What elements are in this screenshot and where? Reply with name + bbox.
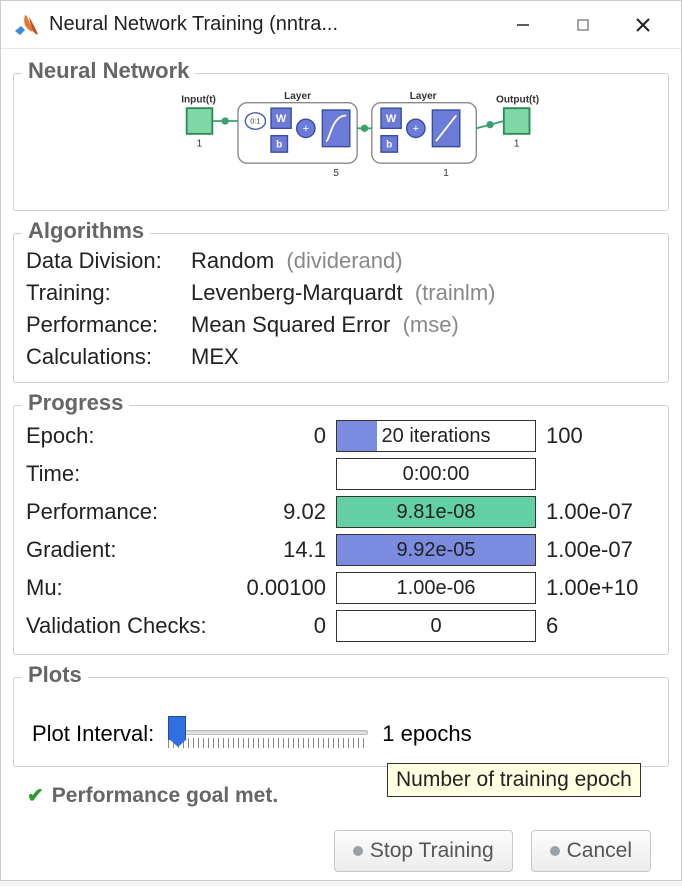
output-block [504,108,530,134]
progress-panel: Progress Epoch:020 iterations100Time:0:0… [13,405,669,655]
progress-row-start: 14.1 [226,537,336,563]
progress-row-label: Epoch: [26,423,226,449]
algorithms-panel: Algorithms Data Division: Random (divide… [13,233,669,383]
network-architecture-diagram: Input(t) 1 Layer 0:1 W b + [84,88,597,198]
window-title: Neural Network Training (nntra... [49,13,338,36]
svg-text:W: W [276,113,287,125]
algorithms-panel-title: Algorithms [22,218,150,244]
progress-bar: 9.92e-05 [336,534,536,566]
matlab-icon [13,12,39,38]
neural-network-panel-title: Neural Network [22,58,195,84]
progress-bar: 9.81e-08 [336,496,536,528]
progress-row-end: 1.00e+10 [536,575,656,601]
progress-bar-label: 9.81e-08 [397,501,476,524]
progress-panel-title: Progress [22,390,129,416]
progress-bar: 20 iterations [336,420,536,452]
progress-bar-label: 20 iterations [382,425,491,448]
layer2-title: Layer [410,91,437,102]
progress-bar-label: 9.92e-05 [397,539,476,562]
checkmark-icon: ✔ [27,783,44,808]
progress-bar: 0:00:00 [336,458,536,490]
calculations-label: Calculations: [26,344,191,370]
input-block [187,108,213,134]
svg-text:b: b [276,140,282,151]
progress-row-start: 0 [226,423,336,449]
plot-interval-slider[interactable] [168,716,368,752]
minimize-button[interactable] [493,1,553,49]
output-size: 1 [514,139,520,150]
tooltip: Number of training epoch [387,763,641,797]
progress-bar-label: 0 [430,615,441,638]
stop-training-label: Stop Training [370,839,494,863]
progress-bar: 0 [336,610,536,642]
svg-text:W: W [386,113,397,125]
progress-row-end: 1.00e-07 [536,499,656,525]
bullet-icon [353,846,363,856]
buttons-row: Stop Training Cancel [13,820,669,886]
progress-row-end: 1.00e-07 [536,537,656,563]
output-label: Output(t) [496,95,539,106]
training-window: Neural Network Training (nntra... Neural… [0,0,682,881]
input-label: Input(t) [182,95,217,106]
progress-row-end: 6 [536,613,656,639]
progress-row-label: Time: [26,461,226,487]
calculations-value: MEX [191,344,656,370]
maximize-button[interactable] [553,1,613,49]
plots-panel: Plots Plot Interval: 1 epochs [13,677,669,767]
performance-label: Performance: [26,312,191,338]
delay-label: 0:1 [251,117,261,126]
layer1-title: Layer [284,91,311,102]
svg-text:+: + [303,123,309,135]
content-area: Neural Network Input(t) 1 Layer 0:1 W b [1,49,681,886]
training-value: Levenberg-Marquardt (trainlm) [191,280,656,306]
data-division-label: Data Division: [26,248,191,274]
progress-row-label: Mu: [26,575,226,601]
training-label: Training: [26,280,191,306]
plots-panel-title: Plots [22,662,88,688]
slider-thumb-icon[interactable] [168,716,186,740]
progress-bar: 1.00e-06 [336,572,536,604]
layer2-size: 1 [444,168,450,179]
status-text: Performance goal met. [52,784,278,808]
plot-interval-value: 1 epochs [382,721,471,747]
neural-network-panel: Neural Network Input(t) 1 Layer 0:1 W b [13,73,669,211]
close-button[interactable] [613,1,673,49]
input-size: 1 [197,139,203,150]
cancel-button[interactable]: Cancel [531,830,651,872]
bullet-icon [550,846,560,856]
svg-text:+: + [413,123,419,135]
cancel-label: Cancel [567,839,632,863]
progress-row-label: Validation Checks: [26,613,226,639]
progress-bar-label: 1.00e-06 [397,577,476,600]
progress-row-end: 100 [536,423,656,449]
progress-row-start: 0.00100 [226,575,336,601]
performance-value: Mean Squared Error (mse) [191,312,656,338]
layer1-size: 5 [334,168,340,179]
progress-bar-label: 0:00:00 [403,463,470,486]
stop-training-button[interactable]: Stop Training [334,830,513,872]
progress-row-start: 9.02 [226,499,336,525]
data-division-value: Random (dividerand) [191,248,656,274]
plot-interval-label: Plot Interval: [32,721,154,747]
progress-row-start: 0 [226,613,336,639]
titlebar: Neural Network Training (nntra... [1,1,681,49]
progress-row-label: Performance: [26,499,226,525]
progress-row-label: Gradient: [26,537,226,563]
svg-text:b: b [386,140,392,151]
